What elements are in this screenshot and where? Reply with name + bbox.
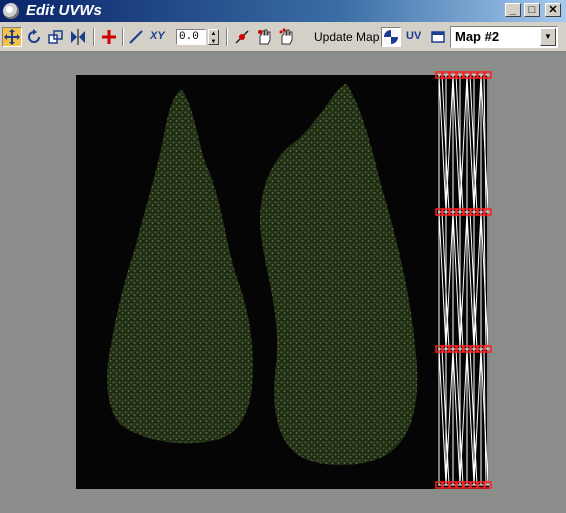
mirror-tool-button[interactable]: [68, 27, 88, 47]
rotate-icon: [28, 29, 40, 43]
toolbar: XY 0.0 ▲ ▼ Update Map UV Map #2 ▼: [0, 22, 566, 52]
break-tool-button[interactable]: [232, 27, 252, 47]
edit-uvws-window: Edit UVWs _ □ ✕ XY 0.0 ▲ ▼ Update Map UV…: [0, 0, 566, 513]
toolbar-separator: [226, 28, 228, 46]
pan-cross-icon: [102, 30, 116, 44]
toolbar-separator: [122, 28, 124, 46]
freeform-tool-button[interactable]: [126, 27, 146, 47]
scale-tool-button[interactable]: [46, 27, 66, 47]
move-arrows-icon: [4, 29, 20, 45]
map-select-value: Map #2: [455, 29, 500, 44]
value-spinner-input[interactable]: 0.0: [176, 29, 206, 45]
hand-weld-icon: [279, 28, 293, 45]
uv-toggle-button[interactable]: UV: [406, 30, 421, 42]
maximize-button[interactable]: □: [524, 3, 540, 17]
mirror-icon: [71, 29, 85, 45]
pan-tool-button[interactable]: [99, 27, 119, 47]
uv-editor-viewport[interactable]: [0, 52, 566, 513]
map-select[interactable]: Map #2 ▼: [450, 26, 558, 48]
target-weld-button[interactable]: [254, 27, 274, 47]
toolbar-separator: [93, 28, 95, 46]
show-map-button[interactable]: [381, 27, 401, 47]
coord-toggle-button[interactable]: XY: [150, 30, 165, 42]
checker-map-icon: [384, 30, 398, 44]
scale-icon: [48, 30, 63, 44]
close-button[interactable]: ✕: [545, 3, 561, 17]
move-tool-button[interactable]: [2, 27, 22, 47]
rotate-tool-button[interactable]: [24, 27, 44, 47]
weld-selected-button[interactable]: [276, 27, 296, 47]
freeform-line-icon: [129, 30, 143, 44]
chevron-down-icon[interactable]: ▼: [540, 28, 556, 46]
title-bar[interactable]: Edit UVWs _ □ ✕: [0, 0, 566, 22]
window-title: Edit UVWs: [26, 2, 102, 19]
spinner-arrows[interactable]: ▲ ▼: [208, 29, 219, 45]
window-icon: [431, 31, 445, 43]
app-icon: [3, 3, 19, 19]
minimize-button[interactable]: _: [505, 3, 521, 17]
update-map-button[interactable]: Update Map: [314, 30, 379, 44]
break-vertex-icon: [235, 30, 249, 44]
properties-button[interactable]: [428, 27, 448, 47]
hand-icon: [258, 29, 271, 45]
uv-mesh-overlay[interactable]: [0, 52, 566, 513]
